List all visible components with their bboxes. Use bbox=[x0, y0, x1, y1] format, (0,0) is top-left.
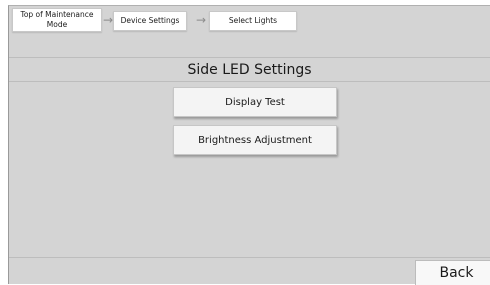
page-title: Side LED Settings bbox=[187, 62, 312, 78]
breadcrumb-label: Select Lights bbox=[228, 16, 278, 25]
title-divider bbox=[9, 81, 490, 82]
breadcrumb-device-settings[interactable]: Device Settings bbox=[113, 11, 187, 31]
header-divider bbox=[9, 57, 490, 58]
display-test-button[interactable]: Display Test bbox=[173, 87, 337, 117]
breadcrumb-label: Top of Maintenance Mode bbox=[20, 10, 94, 29]
breadcrumb-select-lights[interactable]: Select Lights bbox=[209, 11, 297, 31]
maintenance-screen: Top of Maintenance Mode → Device Setting… bbox=[8, 5, 490, 285]
back-button[interactable]: Back bbox=[415, 260, 490, 285]
breadcrumb-arrow-icon: → bbox=[196, 13, 207, 27]
breadcrumb-top-of-maintenance-mode[interactable]: Top of Maintenance Mode bbox=[12, 8, 102, 32]
breadcrumb-arrow-icon: → bbox=[103, 13, 114, 27]
footer-divider bbox=[9, 257, 490, 258]
brightness-adjustment-button[interactable]: Brightness Adjustment bbox=[173, 125, 337, 155]
breadcrumb-label: Device Settings bbox=[120, 16, 180, 25]
